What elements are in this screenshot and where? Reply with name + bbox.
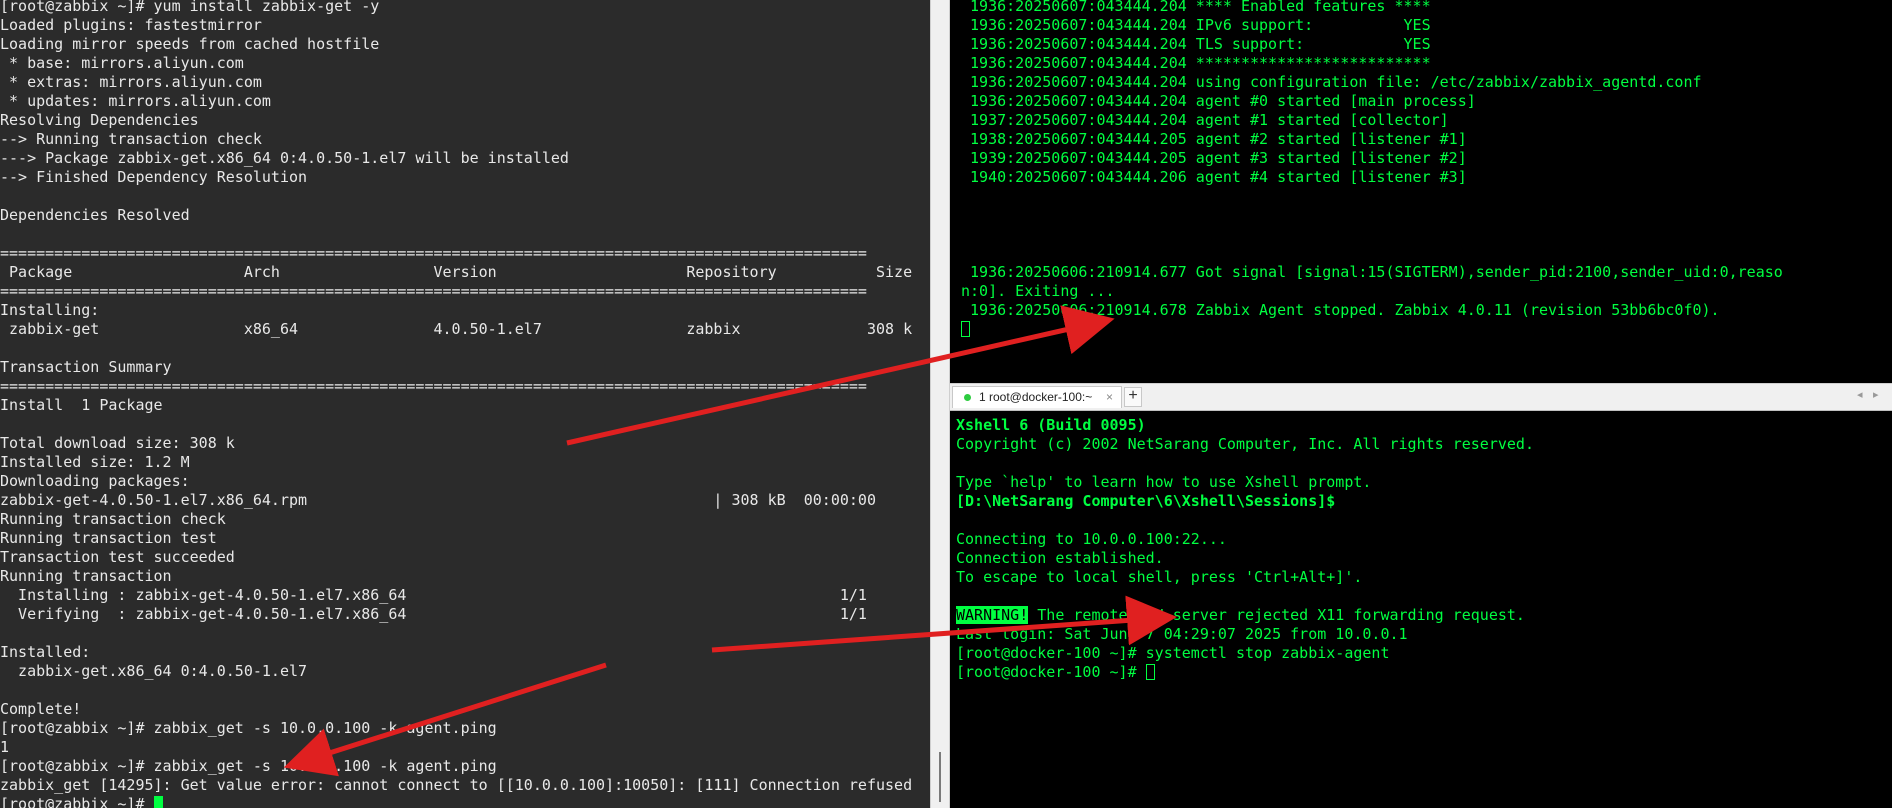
terminal-line: Type `help' to learn how to use Xshell p…	[956, 473, 1372, 491]
terminal-line: 1937:20250607:043444.204 agent #1 starte…	[961, 111, 1449, 129]
terminal-line: Xshell 6 (Build 0095)	[956, 416, 1146, 434]
terminal-line: Loading mirror speeds from cached hostfi…	[0, 35, 380, 53]
terminal-line: zabbix-get.x86_64 0:4.0.50-1.el7	[0, 662, 308, 680]
terminal-line: Total download size: 308 k	[0, 434, 235, 452]
terminal-line: Transaction test succeeded	[0, 548, 235, 566]
terminal-line: Verifying : zabbix-get-4.0.50-1.el7.x86_…	[0, 605, 867, 623]
terminal-line: zabbix-get x86_64 4.0.50-1.el7 zabbix 30…	[0, 320, 913, 338]
terminal-line: Installing : zabbix-get-4.0.50-1.el7.x86…	[0, 586, 867, 604]
terminal-line: Copyright (c) 2002 NetSarang Computer, I…	[956, 435, 1534, 453]
terminal-line: [D:\NetSarang Computer\6\Xshell\Sessions…	[956, 492, 1336, 510]
terminal-line: Installed:	[0, 643, 91, 661]
terminal-cursor	[961, 321, 970, 337]
right-bottom-terminal-output: Xshell 6 (Build 0095) Copyright (c) 2002…	[950, 416, 1892, 682]
session-tab-bar: 1 root@docker-100:~ × + ◂ ▸	[950, 383, 1892, 411]
terminal-line: --> Running transaction check	[0, 130, 262, 148]
terminal-line: 1936:20250607:043444.204 ***************…	[961, 54, 1431, 72]
terminal-line: To escape to local shell, press 'Ctrl+Al…	[956, 568, 1363, 586]
pane-splitter[interactable]	[930, 0, 950, 808]
terminal-line: zabbix-get-4.0.50-1.el7.x86_64.rpm | 308…	[0, 491, 876, 509]
terminal-line: Transaction Summary	[0, 358, 172, 376]
terminal-prompt-line[interactable]: [root@docker-100 ~]#	[956, 663, 1892, 682]
prompt-text: [root@docker-100 ~]#	[956, 663, 1146, 681]
terminal-line: ========================================…	[0, 377, 867, 395]
terminal-line: Installed size: 1.2 M	[0, 453, 190, 471]
terminal-prompt-line[interactable]	[961, 320, 1892, 339]
terminal-line: Loaded plugins: fastestmirror	[0, 16, 262, 34]
terminal-line: n:0]. Exiting ...	[961, 282, 1115, 300]
terminal-cursor	[1145, 664, 1155, 680]
terminal-line: 1	[0, 738, 10, 756]
terminal-line: Package Arch Version Repository Size	[0, 263, 913, 281]
tab-session[interactable]: 1 root@docker-100:~ ×	[952, 386, 1122, 408]
terminal-line: 1936:20250607:043444.204 TLS support: YE…	[961, 35, 1431, 53]
connected-status-icon	[964, 394, 971, 401]
terminal-line: Downloading packages:	[0, 472, 190, 490]
left-terminal-output: [root@zabbix ~]# yum install zabbix-get …	[0, 0, 930, 808]
prompt-text: [root@zabbix ~]#	[0, 795, 154, 808]
scrollbar-thumb[interactable]	[939, 752, 941, 802]
warning-text: The remote SSH server rejected X11 forwa…	[1028, 606, 1525, 624]
terminal-line: * base: mirrors.aliyun.com	[0, 54, 244, 72]
terminal-line: Connection established.	[956, 549, 1164, 567]
terminal-line: ---> Package zabbix-get.x86_64 0:4.0.50-…	[0, 149, 569, 167]
terminal-line: Dependencies Resolved	[0, 206, 190, 224]
terminal-line: 1936:20250607:043444.204 IPv6 support: Y…	[961, 16, 1431, 34]
left-terminal-pane[interactable]: [root@zabbix ~]# yum install zabbix-get …	[0, 0, 930, 808]
terminal-line: Running transaction	[0, 567, 172, 585]
terminal-line: Complete!	[0, 700, 82, 718]
terminal-line: Running transaction check	[0, 510, 226, 528]
right-top-terminal-output: 1936:20250607:043444.204 **** Enabled fe…	[950, 0, 1892, 339]
terminal-line: [root@zabbix ~]# zabbix_get -s 10.0.0.10…	[0, 757, 497, 775]
terminal-line: 1940:20250607:043444.206 agent #4 starte…	[961, 168, 1467, 186]
terminal-line: 1936:20250607:043444.204 **** Enabled fe…	[961, 0, 1431, 15]
tab-label: 1 root@docker-100:~	[979, 390, 1093, 404]
terminal-line: * updates: mirrors.aliyun.com	[0, 92, 271, 110]
terminal-line: Connecting to 10.0.0.100:22...	[956, 530, 1227, 548]
terminal-line: Install 1 Package	[0, 396, 163, 414]
terminal-line: 1936:20250606:210914.677 Got signal [sig…	[961, 263, 1783, 281]
terminal-line: ========================================…	[0, 282, 867, 300]
add-tab-button[interactable]: +	[1124, 387, 1142, 407]
right-top-terminal-pane[interactable]: 1936:20250607:043444.204 **** Enabled fe…	[950, 0, 1892, 381]
chevron-left-icon[interactable]: ◂	[1857, 388, 1863, 401]
terminal-line: Resolving Dependencies	[0, 111, 199, 129]
terminal-line: --> Finished Dependency Resolution	[0, 168, 308, 186]
close-icon[interactable]: ×	[1106, 387, 1113, 408]
terminal-line: 1939:20250607:043444.205 agent #3 starte…	[961, 149, 1467, 167]
terminal-line: Installing:	[0, 301, 100, 319]
terminal-line: Last login: Sat Jun 7 04:29:07 2025 from…	[956, 625, 1408, 643]
terminal-line: 1938:20250607:043444.205 agent #2 starte…	[961, 130, 1467, 148]
terminal-line: * extras: mirrors.aliyun.com	[0, 73, 262, 91]
terminal-line: [root@zabbix ~]# yum install zabbix-get …	[0, 0, 380, 15]
terminal-cursor	[153, 796, 163, 808]
terminal-line: zabbix_get [14295]: Get value error: can…	[0, 776, 913, 794]
terminal-line: 1936:20250607:043444.204 using configura…	[961, 73, 1702, 91]
terminal-line: 1936:20250606:210914.678 Zabbix Agent st…	[961, 301, 1720, 319]
terminal-line: ========================================…	[0, 244, 867, 262]
terminal-line: [root@zabbix ~]# zabbix_get -s 10.0.0.10…	[0, 719, 497, 737]
terminal-line: Running transaction test	[0, 529, 217, 547]
terminal-line: WARNING! The remote SSH server rejected …	[956, 606, 1892, 625]
right-bottom-terminal-pane[interactable]: Xshell 6 (Build 0095) Copyright (c) 2002…	[950, 411, 1892, 808]
terminal-prompt-line[interactable]: [root@zabbix ~]#	[0, 795, 930, 808]
terminal-line: [root@docker-100 ~]# systemctl stop zabb…	[956, 644, 1390, 662]
warning-badge: WARNING!	[956, 606, 1029, 624]
terminal-line: 1936:20250607:043444.204 agent #0 starte…	[961, 92, 1476, 110]
chevron-right-icon[interactable]: ▸	[1873, 388, 1879, 401]
